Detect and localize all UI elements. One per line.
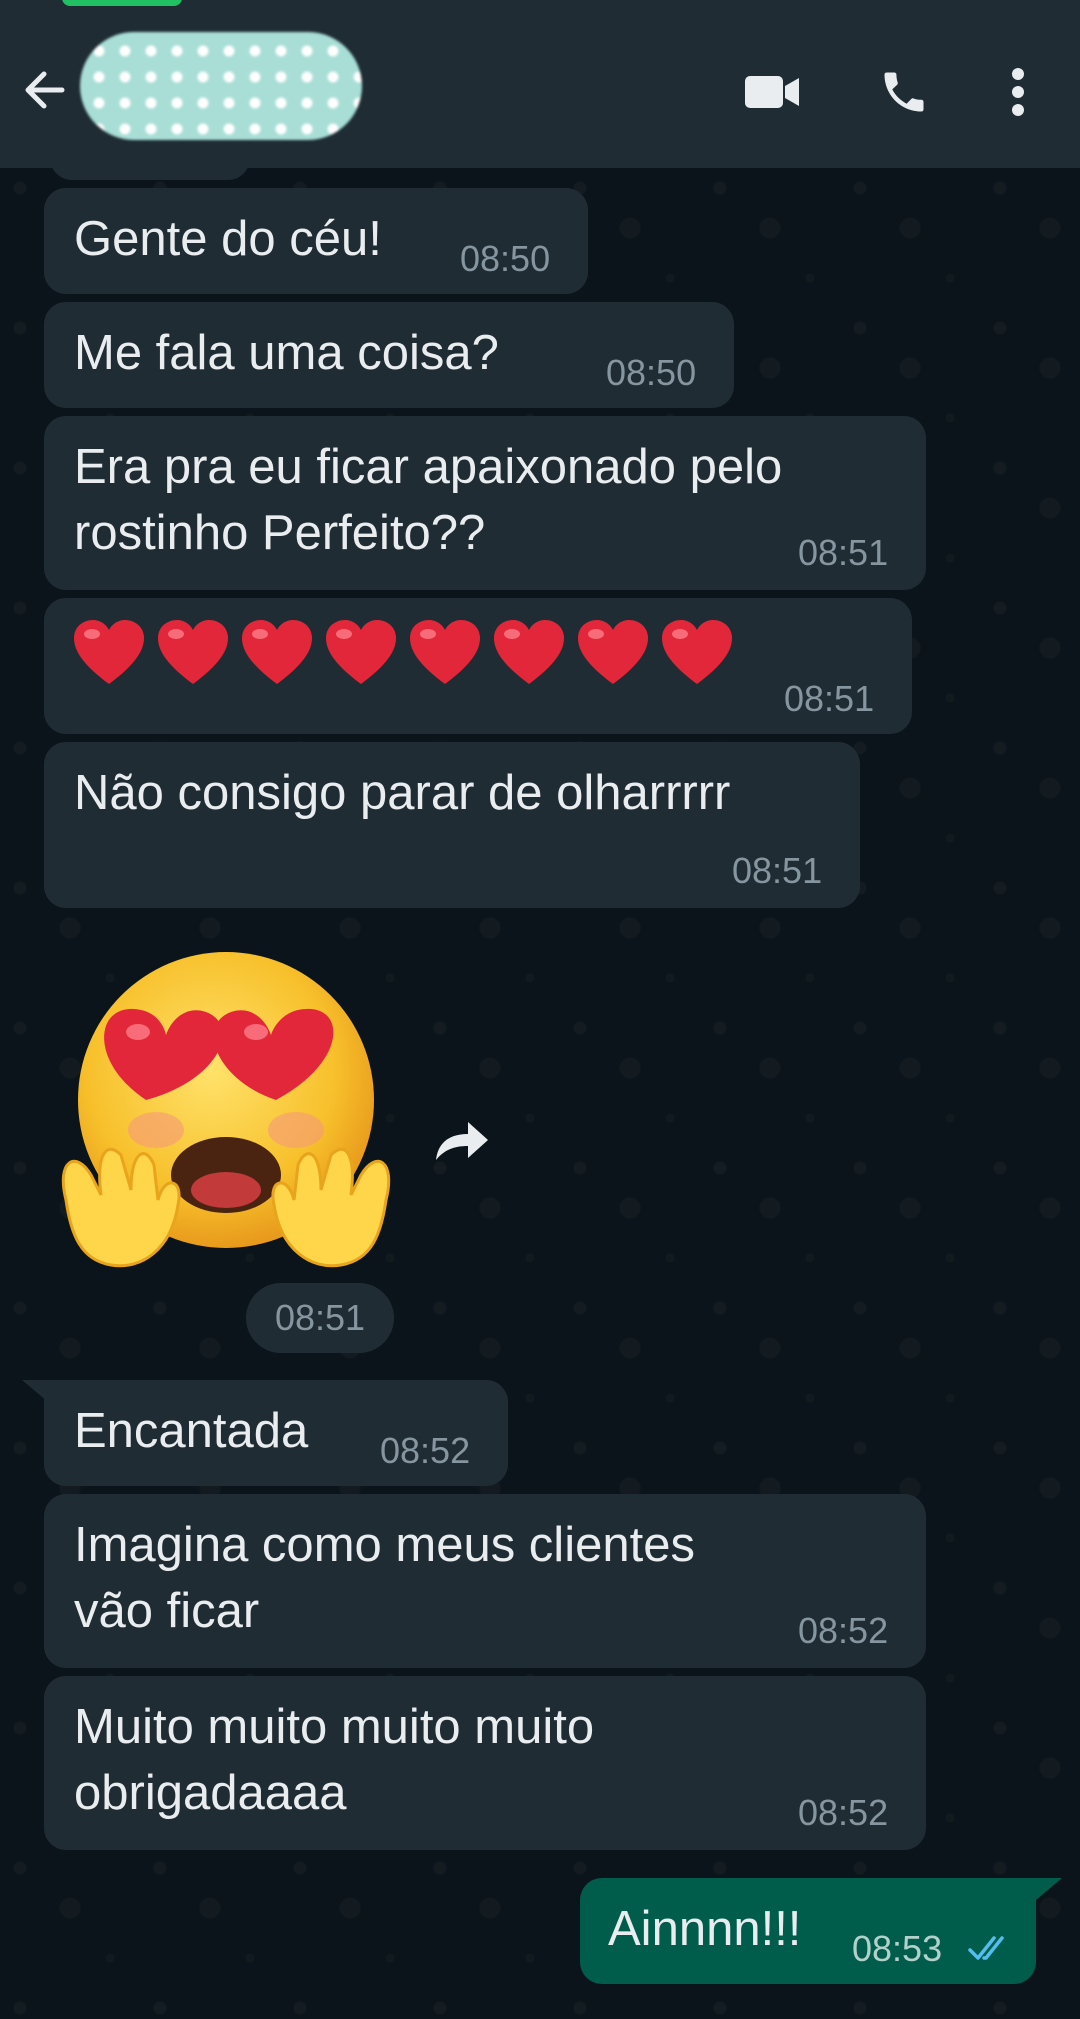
bubble-tail [1036, 1878, 1062, 1900]
message-text: Não consigo parar de olharrrrr [74, 766, 731, 820]
message-bubble-partial [50, 150, 250, 180]
arrow-left-icon [25, 71, 65, 109]
message-time: 08:50 [606, 352, 697, 393]
video-camera-icon [745, 76, 799, 108]
red-heart-icon [242, 620, 312, 684]
forward-arrow-icon [436, 1122, 488, 1160]
message-bubble[interactable]: Gente do céu! 08:50 [44, 188, 588, 294]
heart-emoji-row [72, 618, 744, 688]
voice-call-button[interactable] [872, 60, 936, 124]
message-bubble[interactable]: Muito muito muito muito obrigadaaaa 08:5… [44, 1676, 926, 1850]
message-time: 08:53 [852, 1928, 943, 1969]
message-time: 08:51 [798, 532, 889, 573]
message-bubble[interactable]: Me fala uma coisa? 08:50 [44, 302, 734, 408]
message-text: Me fala uma coisa? [74, 326, 499, 380]
menu-button[interactable] [988, 60, 1048, 124]
message-text-line2: rostinho Perfeito?? [74, 506, 486, 560]
read-double-check-icon [968, 1936, 1004, 1960]
message-bubble[interactable]: Não consigo parar de olharrrrr 08:51 [44, 742, 860, 908]
message-text-line2: vão ficar [74, 1584, 260, 1638]
message-bubble-emoji[interactable]: 08:51 [44, 598, 912, 734]
more-vertical-icon [1012, 68, 1024, 116]
message-text-line1: Muito muito muito muito [74, 1700, 595, 1754]
message-time: 08:51 [784, 678, 875, 719]
video-call-button[interactable] [740, 60, 804, 124]
chat-header [0, 0, 1080, 168]
message-time: 08:50 [460, 238, 551, 279]
red-heart-icon [662, 620, 732, 684]
red-heart-icon [578, 620, 648, 684]
heart-eyes-hands-sticker[interactable] [46, 950, 406, 1280]
red-heart-icon [410, 620, 480, 684]
forward-button[interactable] [418, 1108, 498, 1174]
message-text-line1: Imagina como meus clientes [74, 1518, 695, 1572]
red-heart-icon [326, 620, 396, 684]
contact-avatar-obscured[interactable] [80, 32, 362, 140]
message-bubble[interactable]: Imagina como meus clientes vão ficar 08:… [44, 1494, 926, 1668]
message-bubble[interactable]: Era pra eu ficar apaixonado pelo rostinh… [44, 416, 926, 590]
message-text: Encantada [74, 1404, 309, 1458]
message-time: 08:52 [798, 1792, 889, 1833]
message-bubble[interactable]: Encantada 08:52 [44, 1380, 508, 1486]
red-heart-icon [74, 620, 144, 684]
message-text-line1: Era pra eu ficar apaixonado pelo [74, 440, 783, 494]
message-time: 08:52 [798, 1610, 889, 1651]
message-text: Gente do céu! [74, 212, 382, 266]
back-button[interactable] [18, 62, 74, 118]
phone-icon [884, 72, 924, 112]
status-indicator [62, 0, 182, 6]
red-heart-icon [158, 620, 228, 684]
sticker-time: 08:51 [246, 1283, 394, 1353]
red-heart-icon [494, 620, 564, 684]
outgoing-message-bubble[interactable]: Ainnnn!!! 08:53 [580, 1878, 1036, 1984]
message-text-line2: obrigadaaaa [74, 1766, 347, 1820]
message-text: Ainnnn!!! [608, 1902, 802, 1956]
message-time: 08:52 [380, 1430, 471, 1471]
message-time: 08:51 [732, 850, 823, 891]
